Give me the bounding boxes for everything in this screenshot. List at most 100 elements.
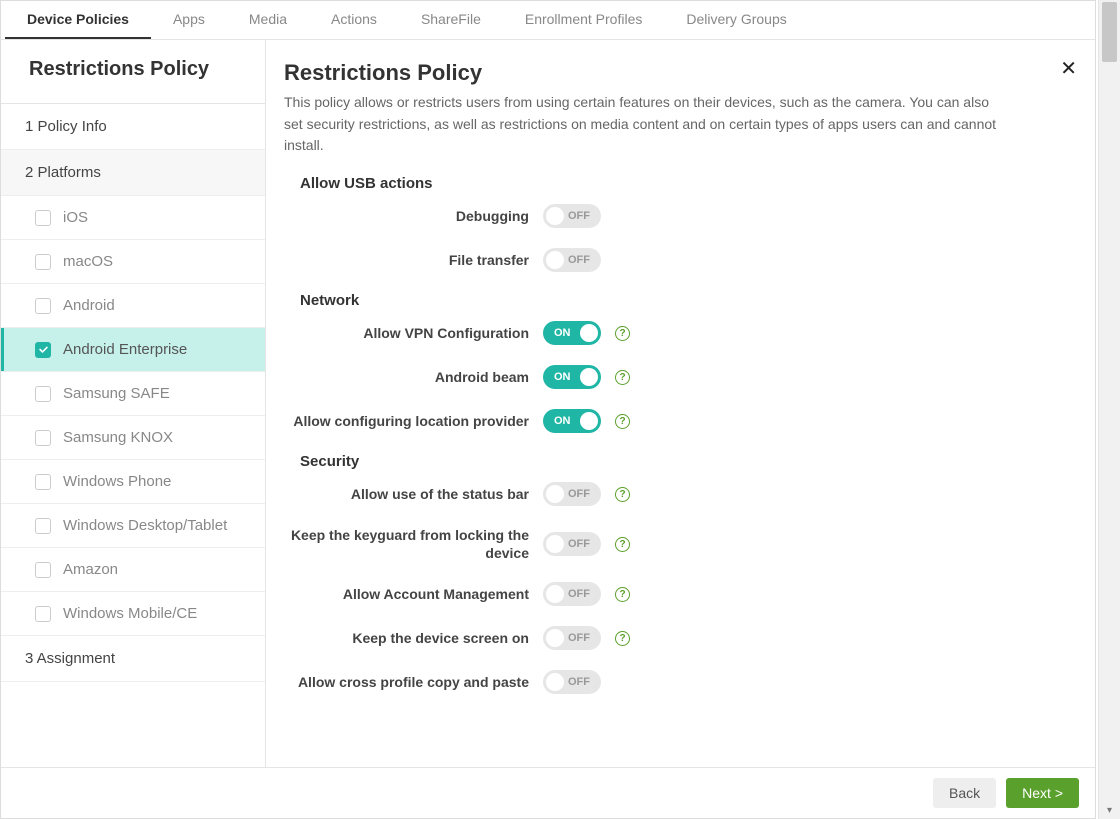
platform-label: Windows Desktop/Tablet <box>63 517 227 534</box>
platform-android[interactable]: Android <box>1 284 265 328</box>
toggle-crossProfileCopy[interactable]: OFF <box>543 670 601 694</box>
platform-checkbox[interactable] <box>35 430 51 446</box>
page-title: Restrictions Policy <box>284 60 1071 86</box>
toggle-locationProvider[interactable]: ON <box>543 409 601 433</box>
platform-checkbox[interactable] <box>35 518 51 534</box>
top-tab-apps[interactable]: Apps <box>151 1 227 39</box>
setting-debugging: Debugging OFF <box>284 204 1071 228</box>
setting-label: Allow Account Management <box>284 585 529 603</box>
setting-vpnConfig: Allow VPN Configuration ON? <box>284 321 1071 345</box>
setting-accountMgmt: Allow Account Management OFF? <box>284 582 1071 606</box>
platform-label: Amazon <box>63 561 118 578</box>
toggle-knob <box>580 412 598 430</box>
platform-checkbox[interactable] <box>35 606 51 622</box>
setting-locationProvider: Allow configuring location providerON? <box>284 409 1071 433</box>
platform-macos[interactable]: macOS <box>1 240 265 284</box>
toggle-androidBeam[interactable]: ON <box>543 365 601 389</box>
platform-label: iOS <box>63 209 88 226</box>
platform-windows-desktop-tablet[interactable]: Windows Desktop/Tablet <box>1 504 265 548</box>
top-tab-media[interactable]: Media <box>227 1 309 39</box>
platform-windows-phone[interactable]: Windows Phone <box>1 460 265 504</box>
platform-checkbox[interactable] <box>35 210 51 226</box>
close-icon[interactable]: ✕ <box>1060 56 1077 81</box>
section-security-heading: Security <box>300 453 1071 470</box>
chevron-down-icon[interactable]: ▾ <box>1099 801 1120 819</box>
top-tab-device-policies[interactable]: Device Policies <box>5 1 151 39</box>
toggle-text: OFF <box>568 588 590 600</box>
setting-label: Allow use of the status bar <box>284 485 529 503</box>
setting-label: Debugging <box>284 207 529 225</box>
toggle-accountMgmt[interactable]: OFF <box>543 582 601 606</box>
help-icon[interactable]: ? <box>615 631 630 646</box>
top-tab-delivery-groups[interactable]: Delivery Groups <box>664 1 808 39</box>
top-tab-actions[interactable]: Actions <box>309 1 399 39</box>
platform-checkbox[interactable] <box>35 474 51 490</box>
toggle-screenOn[interactable]: OFF <box>543 626 601 650</box>
platform-label: Android Enterprise <box>63 341 187 358</box>
setting-label: File transfer <box>284 251 529 269</box>
help-icon[interactable]: ? <box>615 537 630 552</box>
setting-label: Allow cross profile copy and paste <box>284 673 529 691</box>
setting-screenOn: Keep the device screen on OFF? <box>284 626 1071 650</box>
toggle-statusBar[interactable]: OFF <box>543 482 601 506</box>
toggle-text: OFF <box>568 632 590 644</box>
setting-keyguard: Keep the keyguard from locking the devic… <box>284 526 1071 562</box>
help-icon[interactable]: ? <box>615 326 630 341</box>
step-platforms[interactable]: 2 Platforms <box>1 150 265 196</box>
platform-amazon[interactable]: Amazon <box>1 548 265 592</box>
platform-label: Samsung SAFE <box>63 385 170 402</box>
step-assignment[interactable]: 3 Assignment <box>1 636 265 682</box>
back-button[interactable]: Back <box>933 778 996 808</box>
platform-label: Android <box>63 297 115 314</box>
platform-checkbox[interactable] <box>35 342 51 358</box>
policy-editor: Device PoliciesAppsMediaActionsShareFile… <box>0 0 1096 819</box>
setting-label: Allow VPN Configuration <box>284 324 529 342</box>
setting-label: Android beam <box>284 368 529 386</box>
setting-statusBar: Allow use of the status bar OFF? <box>284 482 1071 506</box>
platform-label: Windows Phone <box>63 473 171 490</box>
platform-checkbox[interactable] <box>35 386 51 402</box>
setting-fileTransfer: File transfer OFF <box>284 248 1071 272</box>
toggle-text: ON <box>554 415 571 427</box>
toggle-text: OFF <box>568 254 590 266</box>
setting-label: Keep the device screen on <box>284 629 529 647</box>
toggle-knob <box>546 673 564 691</box>
setting-androidBeam: Android beam ON? <box>284 365 1071 389</box>
help-icon[interactable]: ? <box>615 587 630 602</box>
top-tab-enrollment-profiles[interactable]: Enrollment Profiles <box>503 1 665 39</box>
platform-samsung-knox[interactable]: Samsung KNOX <box>1 416 265 460</box>
page-scrollbar[interactable]: ▾ <box>1098 0 1120 819</box>
platform-checkbox[interactable] <box>35 254 51 270</box>
toggle-debugging[interactable]: OFF <box>543 204 601 228</box>
toggle-knob <box>580 324 598 342</box>
toggle-text: OFF <box>568 210 590 222</box>
sidebar: Restrictions Policy 1 Policy Info 2 Plat… <box>1 40 266 767</box>
section-usb-heading: Allow USB actions <box>300 175 1071 192</box>
toggle-text: OFF <box>568 488 590 500</box>
toggle-fileTransfer[interactable]: OFF <box>543 248 601 272</box>
platform-android-enterprise[interactable]: Android Enterprise <box>1 328 265 372</box>
page-description: This policy allows or restricts users fr… <box>284 92 1004 157</box>
platform-windows-mobile-ce[interactable]: Windows Mobile/CE <box>1 592 265 636</box>
toggle-text: ON <box>554 327 571 339</box>
help-icon[interactable]: ? <box>615 487 630 502</box>
toggle-knob <box>546 585 564 603</box>
help-icon[interactable]: ? <box>615 370 630 385</box>
setting-label: Keep the keyguard from locking the devic… <box>284 526 529 562</box>
footer: Back Next > <box>1 767 1095 818</box>
toggle-keyguard[interactable]: OFF <box>543 532 601 556</box>
next-button[interactable]: Next > <box>1006 778 1079 808</box>
section-network-heading: Network <box>300 292 1071 309</box>
platform-label: Samsung KNOX <box>63 429 173 446</box>
help-icon[interactable]: ? <box>615 414 630 429</box>
content-area: ✕ Restrictions Policy This policy allows… <box>266 40 1095 767</box>
platform-checkbox[interactable] <box>35 298 51 314</box>
platform-samsung-safe[interactable]: Samsung SAFE <box>1 372 265 416</box>
step-policy-info[interactable]: 1 Policy Info <box>1 104 265 150</box>
toggle-knob <box>546 207 564 225</box>
scrollbar-thumb[interactable] <box>1102 2 1117 62</box>
top-tab-sharefile[interactable]: ShareFile <box>399 1 503 39</box>
toggle-vpnConfig[interactable]: ON <box>543 321 601 345</box>
platform-checkbox[interactable] <box>35 562 51 578</box>
platform-ios[interactable]: iOS <box>1 196 265 240</box>
